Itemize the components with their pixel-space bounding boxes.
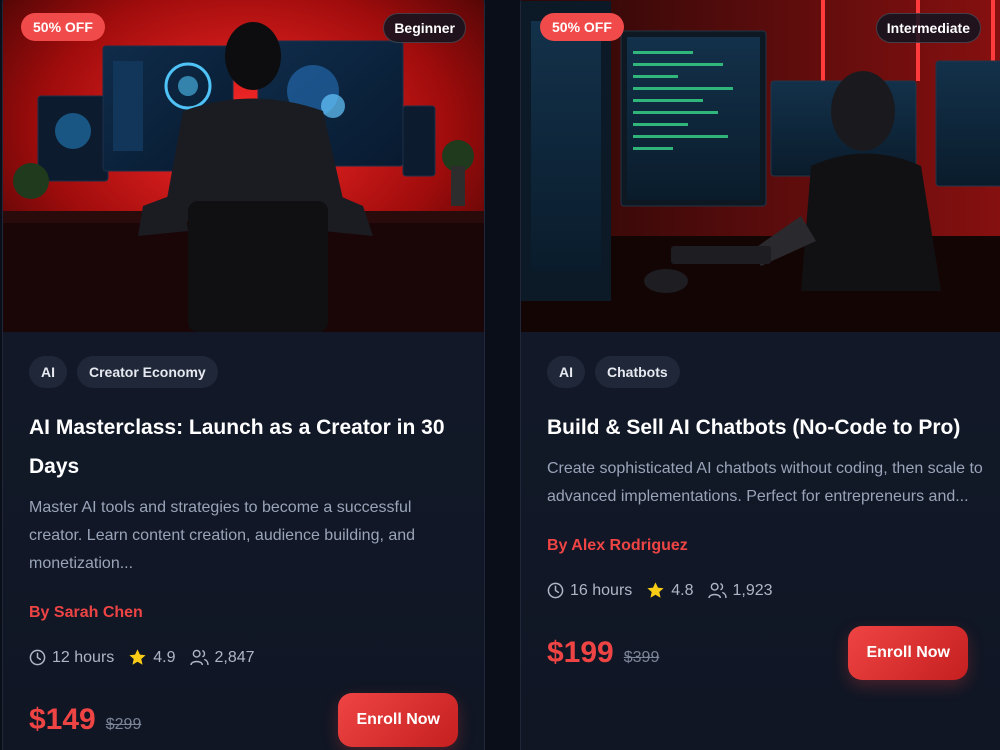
rating-text: 4.8 xyxy=(671,581,694,599)
price-row: $149 $299 Enroll Now xyxy=(29,693,458,747)
course-meta: 16 hours 4.8 1,923 xyxy=(547,581,993,600)
rating: 4.8 xyxy=(646,581,694,600)
star-icon xyxy=(647,582,664,598)
current-price: $149 xyxy=(29,703,96,736)
tag[interactable]: AI xyxy=(547,356,585,388)
star-icon xyxy=(129,649,146,665)
course-card[interactable]: 50% OFF Intermediate AI Chatbots Build &… xyxy=(520,0,1000,750)
tag[interactable]: Creator Economy xyxy=(77,356,218,388)
course-card[interactable]: 50% OFF Beginner AI Creator Economy AI M… xyxy=(2,0,485,750)
tag-list: AI Creator Economy xyxy=(29,356,458,388)
tag-list: AI Chatbots xyxy=(547,356,993,388)
tag[interactable]: Chatbots xyxy=(595,356,680,388)
original-price: $399 xyxy=(623,649,660,666)
users-icon xyxy=(707,582,727,599)
duration: 16 hours xyxy=(547,582,632,600)
course-author[interactable]: By Sarah Chen xyxy=(29,604,458,622)
students-text: 2,847 xyxy=(214,648,255,666)
students: 2,847 xyxy=(189,648,255,667)
users-icon xyxy=(189,649,209,666)
course-description: Create sophisticated AI chatbots without… xyxy=(547,460,983,505)
rating-text: 4.9 xyxy=(153,648,176,666)
clock-icon xyxy=(547,582,564,599)
course-thumbnail[interactable]: 50% OFF Intermediate xyxy=(521,0,1000,332)
current-price: $199 xyxy=(547,636,614,669)
duration-text: 12 hours xyxy=(52,648,115,666)
course-description: Master AI tools and strategies to become… xyxy=(29,499,416,572)
prices: $149 $299 xyxy=(29,703,141,737)
students-text: 1,923 xyxy=(732,581,773,599)
level-badge: Intermediate xyxy=(875,13,981,43)
course-thumbnail[interactable]: 50% OFF Beginner xyxy=(3,0,484,332)
duration-text: 16 hours xyxy=(570,581,633,599)
course-meta: 12 hours 4.9 2,847 xyxy=(29,648,458,667)
course-grid: 50% OFF Beginner AI Creator Economy AI M… xyxy=(0,0,1000,750)
original-price: $299 xyxy=(105,716,142,733)
discount-badge: 50% OFF xyxy=(21,13,105,41)
enroll-button[interactable]: Enroll Now xyxy=(848,626,968,680)
rating: 4.9 xyxy=(128,648,176,667)
level-badge: Beginner xyxy=(383,13,466,43)
course-title[interactable]: AI Masterclass: Launch as a Creator in 3… xyxy=(29,408,458,486)
prices: $199 $399 xyxy=(547,636,659,670)
enroll-button[interactable]: Enroll Now xyxy=(338,693,458,747)
clock-icon xyxy=(29,649,46,666)
course-title[interactable]: Build & Sell AI Chatbots (No-Code to Pro… xyxy=(547,408,993,447)
thumbnail-illustration xyxy=(3,0,484,332)
students: 1,923 xyxy=(707,581,773,600)
thumbnail-illustration xyxy=(521,0,1000,332)
discount-badge: 50% OFF xyxy=(540,13,624,41)
course-author[interactable]: By Alex Rodriguez xyxy=(547,537,993,555)
duration: 12 hours xyxy=(29,649,114,667)
tag[interactable]: AI xyxy=(29,356,67,388)
price-row: $199 $399 Enroll Now xyxy=(547,626,993,680)
